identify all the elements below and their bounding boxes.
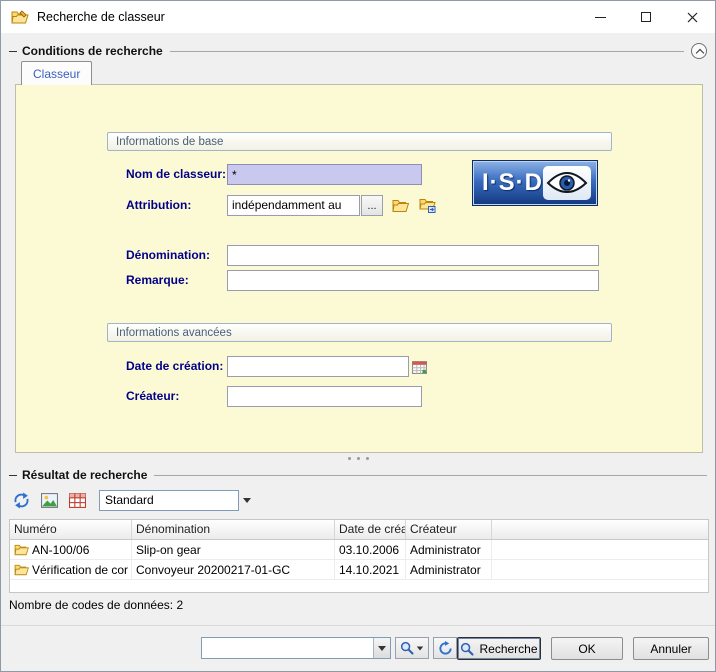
maximize-button[interactable] <box>623 1 669 33</box>
cell-createur: Administrator <box>410 543 481 557</box>
quick-search-combo[interactable] <box>201 637 391 659</box>
quick-search-value <box>202 638 373 658</box>
conditions-title: Conditions de recherche <box>22 44 163 58</box>
window-title: Recherche de classeur <box>37 10 165 24</box>
column-header-empty[interactable] <box>492 520 708 539</box>
splitter-handle[interactable] <box>1 453 715 463</box>
folder-link-icon <box>419 198 436 213</box>
sync-icon <box>13 492 30 509</box>
assign-folder-button[interactable] <box>415 195 439 216</box>
divider <box>154 475 707 476</box>
chevron-down-icon <box>243 498 251 503</box>
magnifier-icon <box>460 642 474 656</box>
chevron-down-icon <box>378 646 386 651</box>
status-text: Nombre de codes de données: 2 <box>9 598 183 612</box>
eye-icon <box>543 166 591 200</box>
denomination-input[interactable] <box>227 245 599 266</box>
close-button[interactable] <box>669 1 715 33</box>
refresh-results-button[interactable] <box>9 489 33 511</box>
folder-icon <box>14 564 29 576</box>
results-table: Numéro Dénomination Date de créa Créateu… <box>9 519 709 593</box>
ok-button[interactable]: OK <box>551 637 623 660</box>
cell-denomination: Convoyeur 20200217-01-GC <box>136 563 290 577</box>
folder-search-icon <box>11 10 29 25</box>
table-header-row: Numéro Dénomination Date de créa Créateu… <box>10 520 708 540</box>
ok-button-label: OK <box>578 642 595 656</box>
date-creation-input[interactable] <box>227 356 409 377</box>
maximize-icon <box>641 12 651 22</box>
close-icon <box>687 12 698 23</box>
cell-numero: Vérification de cor <box>32 563 128 577</box>
minimize-icon <box>595 17 606 18</box>
column-header-numero[interactable]: Numéro <box>10 520 132 539</box>
nom-de-classeur-input[interactable] <box>227 164 422 185</box>
column-header-date[interactable]: Date de créa <box>335 520 406 539</box>
results-title: Résultat de recherche <box>22 468 147 482</box>
attribution-label: Attribution: <box>126 198 191 212</box>
advanced-group-title: Informations avancées <box>116 327 232 339</box>
open-folder-button[interactable] <box>388 195 412 216</box>
conditions-panel: Informations de base Nom de classeur: At… <box>15 84 703 453</box>
divider <box>170 51 684 52</box>
preset-combo-arrow-button[interactable] <box>239 490 254 511</box>
recherche-button[interactable]: Recherche <box>457 637 541 660</box>
recherche-button-label: Recherche <box>479 642 537 656</box>
denomination-label: Dénomination: <box>126 248 210 262</box>
recherche-dialog: Recherche de classeur Conditions de rech… <box>0 0 716 672</box>
cell-date: 03.10.2006 <box>339 543 399 557</box>
column-header-denomination[interactable]: Dénomination <box>132 520 335 539</box>
nom-de-classeur-label: Nom de classeur: <box>126 167 226 181</box>
magnifier-icon <box>400 641 414 655</box>
preset-combo[interactable]: Standard <box>99 490 239 511</box>
refresh-button[interactable] <box>433 637 457 659</box>
isd-logo-text: I·S·D <box>482 169 543 197</box>
cell-createur: Administrator <box>410 563 481 577</box>
base-group-title: Informations de base <box>116 136 223 148</box>
annuler-button[interactable]: Annuler <box>633 637 709 660</box>
collapse-dash-icon <box>9 475 17 476</box>
isd-logo: I·S·D <box>472 160 598 206</box>
tab-classeur-label: Classeur <box>33 67 80 81</box>
table-row[interactable]: AN-100/06 Slip-on gear 03.10.2006 Admini… <box>10 540 708 560</box>
cell-denomination: Slip-on gear <box>136 543 201 557</box>
results-section-header: Résultat de recherche <box>9 467 707 483</box>
result-list-config-button[interactable] <box>65 489 89 511</box>
table-row[interactable]: Vérification de cor Convoyeur 20200217-0… <box>10 560 708 580</box>
minimize-button[interactable] <box>577 1 623 33</box>
base-group-header: Informations de base <box>107 132 612 151</box>
folder-icon <box>14 544 29 556</box>
remarque-label: Remarque: <box>126 273 189 287</box>
window-controls <box>577 1 715 33</box>
divider <box>1 625 715 626</box>
calendar-button[interactable] <box>409 356 429 377</box>
calendar-icon <box>412 360 427 374</box>
createur-label: Créateur: <box>126 389 179 403</box>
preset-combo-value: Standard <box>105 493 154 507</box>
cell-numero: AN-100/06 <box>32 543 89 557</box>
remarque-input[interactable] <box>227 270 599 291</box>
conditions-section-header: Conditions de recherche <box>9 43 707 59</box>
quick-search-combo-arrow[interactable] <box>373 638 390 658</box>
annuler-button-label: Annuler <box>650 642 691 656</box>
table-grid-icon <box>69 493 86 508</box>
tab-classeur[interactable]: Classeur <box>21 61 92 85</box>
cell-date: 14.10.2021 <box>339 563 399 577</box>
results-toolbar: Standard <box>9 487 254 513</box>
search-options-button[interactable] <box>395 637 429 659</box>
collapse-dash-icon <box>9 51 17 52</box>
image-icon <box>41 493 58 508</box>
export-image-button[interactable] <box>37 489 61 511</box>
chevron-down-icon <box>417 646 423 650</box>
attribution-browse-button[interactable]: ... <box>361 195 383 216</box>
titlebar: Recherche de classeur <box>1 1 715 33</box>
column-header-createur[interactable]: Créateur <box>406 520 492 539</box>
date-creation-label: Date de création: <box>126 359 223 373</box>
advanced-group-header: Informations avancées <box>107 323 612 342</box>
folder-icon <box>392 199 409 213</box>
circular-refresh-icon <box>438 641 453 656</box>
attribution-select[interactable]: indépendamment au <box>227 195 360 216</box>
createur-input[interactable] <box>227 386 422 407</box>
collapse-conditions-button[interactable] <box>691 43 707 59</box>
